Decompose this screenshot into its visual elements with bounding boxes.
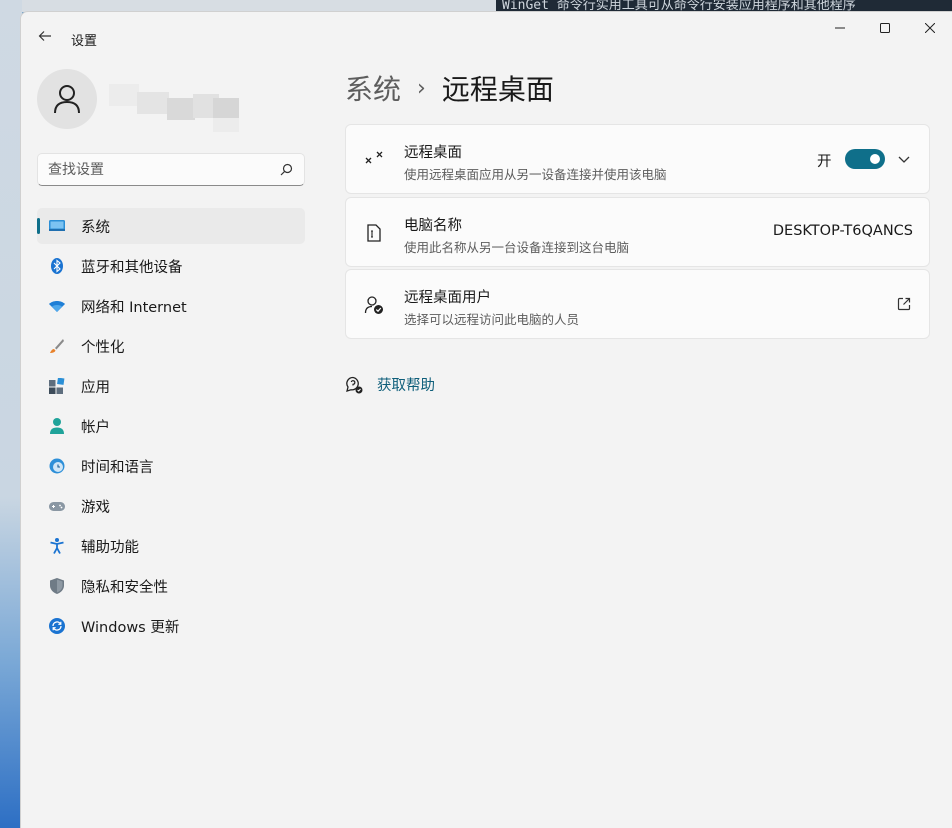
remote-users-title: 远程桌面用户: [404, 290, 491, 306]
sidebar-item-label: 帐户: [81, 419, 110, 436]
remote-desktop-toggle[interactable]: [845, 149, 885, 169]
sidebar-item-personalization[interactable]: 个性化: [37, 328, 305, 364]
bluetooth-icon: [49, 258, 65, 274]
sidebar-item-label: 辅助功能: [81, 539, 139, 556]
breadcrumb-separator-icon: ›: [417, 75, 426, 101]
blurred-user-name: [109, 84, 241, 134]
account-icon: [49, 418, 65, 434]
accessibility-icon: [49, 538, 65, 554]
pc-name-title: 电脑名称: [404, 218, 462, 234]
sidebar-item-accounts[interactable]: 帐户: [37, 408, 305, 444]
pc-name-icon: [367, 224, 381, 242]
windows-update-icon: [49, 618, 65, 634]
wifi-icon: [49, 298, 65, 314]
sidebar-item-privacy[interactable]: 隐私和安全性: [37, 568, 305, 604]
get-help-label[interactable]: 获取帮助: [377, 374, 435, 395]
sidebar-item-label: Windows 更新: [81, 619, 180, 636]
system-display-icon: [49, 218, 65, 234]
sidebar-item-time-language[interactable]: 时间和语言: [37, 448, 305, 484]
sidebar-item-label: 网络和 Internet: [81, 299, 187, 316]
back-arrow-icon: [38, 31, 51, 41]
sidebar-item-accessibility[interactable]: 辅助功能: [37, 528, 305, 564]
close-button[interactable]: [907, 12, 952, 44]
sidebar-item-label: 系统: [81, 219, 110, 236]
remote-desktop-title: 远程桌面: [404, 145, 462, 161]
sidebar-item-gaming[interactable]: 游戏: [37, 488, 305, 524]
minimize-icon: [835, 27, 845, 29]
remote-users-description: 选择可以远程访问此电脑的人员: [404, 312, 580, 327]
maximize-button[interactable]: [862, 12, 908, 44]
sidebar-item-network[interactable]: 网络和 Internet: [37, 288, 305, 324]
breadcrumb: 系统 › 远程桌面: [345, 68, 554, 108]
close-icon: [925, 23, 935, 33]
title-bar: 设置: [21, 12, 952, 60]
pc-name-value: DESKTOP-T6QANCS: [772, 223, 913, 239]
user-icon: [54, 85, 80, 114]
breadcrumb-parent[interactable]: 系统: [345, 68, 401, 108]
remote-desktop-card[interactable]: 远程桌面 使用远程桌面应用从另一设备连接并使用该电脑 开: [345, 124, 930, 194]
sidebar-item-label: 个性化: [81, 339, 125, 356]
window-title: 设置: [71, 34, 98, 49]
user-check-icon: [364, 296, 383, 314]
remote-desktop-icon: [365, 151, 383, 164]
chevron-down-icon[interactable]: [896, 151, 912, 167]
back-button[interactable]: [33, 24, 57, 48]
gamepad-icon: [49, 498, 65, 514]
sidebar-item-label: 应用: [81, 379, 110, 396]
remote-desktop-description: 使用远程桌面应用从另一设备连接并使用该电脑: [404, 167, 667, 182]
toggle-knob: [870, 154, 880, 164]
time-language-icon: [49, 458, 65, 474]
apps-icon: [49, 378, 65, 394]
desktop-background: [0, 0, 22, 828]
sidebar-item-apps[interactable]: 应用: [37, 368, 305, 404]
sidebar-item-label: 时间和语言: [81, 459, 154, 476]
sidebar-item-label: 隐私和安全性: [81, 579, 168, 596]
page-title: 远程桌面: [441, 73, 554, 106]
sidebar-item-bluetooth[interactable]: 蓝牙和其他设备: [37, 248, 305, 284]
get-help-link[interactable]: 获取帮助: [345, 374, 435, 395]
sidebar-nav: 系统 蓝牙和其他设备 网络和 Internet 个性化 应用 帐户 时间和语言 …: [37, 208, 305, 648]
search-input[interactable]: [48, 160, 268, 180]
search-icon[interactable]: [278, 162, 294, 178]
search-box[interactable]: [37, 153, 305, 186]
minimize-button[interactable]: [817, 12, 863, 44]
sidebar-item-windows-update[interactable]: Windows 更新: [37, 608, 305, 644]
help-chat-icon: [346, 376, 363, 393]
sidebar-item-label: 蓝牙和其他设备: [81, 259, 183, 276]
external-link-icon[interactable]: [896, 296, 912, 312]
maximize-icon: [880, 23, 890, 33]
sidebar-item-label: 游戏: [81, 499, 110, 516]
shield-icon: [49, 578, 65, 594]
pc-name-card: 电脑名称 使用此名称从另一台设备连接到这台电脑 DESKTOP-T6QANCS: [345, 197, 930, 267]
sidebar-item-system[interactable]: 系统: [37, 208, 305, 244]
brush-icon: [49, 338, 65, 354]
toggle-state-label: 开: [817, 154, 832, 170]
pc-name-description: 使用此名称从另一台设备连接到这台电脑: [404, 240, 630, 255]
avatar[interactable]: [37, 69, 97, 129]
remote-desktop-users-card[interactable]: 远程桌面用户 选择可以远程访问此电脑的人员: [345, 269, 930, 339]
settings-window: 设置 系统: [20, 11, 952, 828]
